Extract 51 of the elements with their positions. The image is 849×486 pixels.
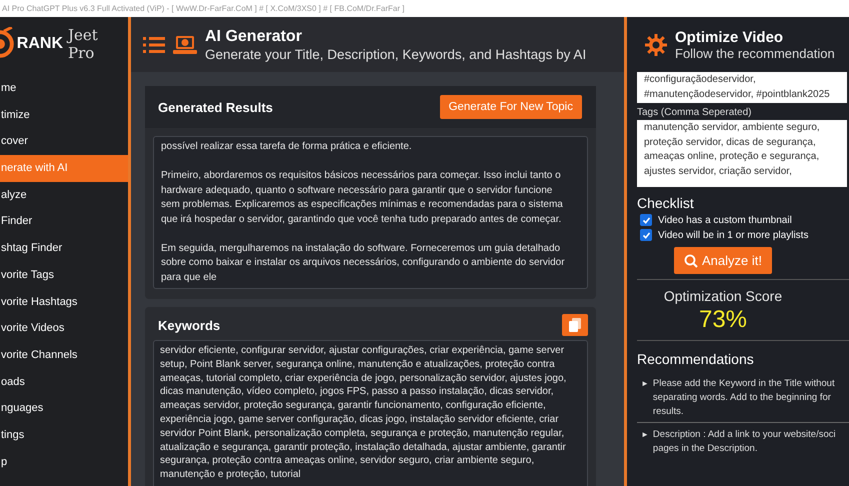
search-icon bbox=[684, 254, 698, 268]
checkbox[interactable] bbox=[640, 214, 652, 226]
checklist-label: Video will be in 1 or more playlists bbox=[658, 230, 808, 240]
sidebar-item[interactable]: me bbox=[0, 75, 128, 102]
sidebar-item[interactable]: vorite Videos bbox=[0, 315, 128, 342]
sidebar-item[interactable]: vorite Channels bbox=[0, 342, 128, 369]
sidebar-item[interactable]: alyze bbox=[0, 182, 128, 208]
hashtags-value: #configuraçãodeservidor, #manutençãodeservidor, #pointblank2025 bbox=[644, 74, 830, 100]
tags-value: manutenção servidor, ambiente seguro, proteção servidor, dicas de segurança, ameaças online, proteção e segurança, ajustes servidor, criação servidor, bbox=[644, 122, 820, 176]
tags-field[interactable]: manutenção servidor, ambiente seguro, proteção servidor, dicas de segurança, ameaças online, proteção e segurança, ajustes servidor, criação servidor, bbox=[637, 120, 847, 187]
recommendations-title: Recommendations bbox=[637, 351, 755, 367]
score-value: 73% bbox=[698, 306, 748, 334]
score-label: Optimization Score bbox=[662, 288, 784, 304]
sidebar-item[interactable]: Finder bbox=[0, 208, 128, 236]
sidebar-item[interactable]: cover bbox=[0, 128, 128, 156]
logo-brand: RANK bbox=[16, 35, 64, 53]
copy-icon bbox=[569, 318, 581, 332]
sidebar-item[interactable]: timize bbox=[0, 102, 128, 128]
sidebar-item[interactable]: nguages bbox=[0, 395, 128, 422]
sidebar-item[interactable]: oads bbox=[0, 368, 128, 396]
sidebar-item[interactable]: tings bbox=[0, 422, 128, 449]
page-subtitle: Generate your Title, Description, Keywords, and Hashtags by AI bbox=[205, 46, 586, 62]
result-paragraph: possível realizar essa tarefa de forma prática e eficiente. bbox=[161, 140, 413, 154]
window-title: AI Pro ChatGPT Plus v6.3 Full Activated (ViP) - [ WwW.Dr-FarFar.CoM ] # [ X.CoM/3XS0 ] # [ FB.CoM/Dr.FarFar ] bbox=[2, 4, 404, 13]
sidebar-item[interactable]: vorite Tags bbox=[0, 262, 128, 288]
result-paragraph: Em seguida, mergulharemos na instalação do software. Forneceremos um guia detalhado sobre como baixar e instalar os arquivos necessários, configurando o ambiente do servidor para que ele bbox=[161, 242, 566, 284]
copy-button[interactable] bbox=[562, 314, 588, 336]
recommendation-text: Description : Add a link to your website/soci pages in the Description. bbox=[652, 428, 836, 456]
page-title: AI Generator bbox=[205, 28, 303, 46]
laptop-icon bbox=[173, 34, 197, 56]
recommendation-text: Please add the Keyword in the Title without separating words. Add to the beginning for results. bbox=[652, 377, 835, 419]
checklist-label: Video has a custom thumbnail bbox=[658, 214, 792, 226]
logo-name: Jeet Pro bbox=[68, 26, 99, 62]
sidebar-item[interactable]: shtag Finder bbox=[0, 235, 128, 262]
bullet-marker: ► bbox=[641, 378, 649, 390]
card-title: Keywords bbox=[158, 318, 220, 332]
checkbox[interactable] bbox=[640, 229, 652, 241]
panel-title: Optimize Video bbox=[675, 28, 784, 46]
sidebar-item[interactable]: vorite Hashtags bbox=[0, 288, 128, 316]
tags-label: Tags (Comma Seperated) bbox=[637, 107, 752, 118]
result-paragraph: Primeiro, abordaremos os requisitos básicos necessários para começar. Isso inclui tanto o hardware adequado, quanto o software necessário para garantir que o servidor funcione sem problemas. Explicaremos as especificações mínimas e recomendadas para o sistema que irá hospedar o servidor, garantindo que você tenha tudo preparado antes de começar. bbox=[161, 169, 564, 226]
target-logo-icon bbox=[0, 27, 14, 61]
keywords-text: servidor eficiente, configurar servidor, ajustar configurações, criar experiência, game server setup, Point Blank server, segurança online, manutenção e atualizações, proteção contra ameaças, tutorial completo, criar experiência de jogo, personalização servidor, ajustes jogo, dicas manutenção, vídeo completo, jogos FPS, passo a passo instalação, dicas servidor, ameaças servidor, proteção segurança, garantir funcionamento, configuração eficiente, experiência jogo, game server configuração, dicas jogo, instalação servidor eficiente, criar servidor Point Blank, personalização completa, segurança e proteção, manutenção regular, atualização e segurança, garantir proteção, instalação detalhada, ajustar ambiente, garantir segurança, proteção contra ameaças online, servidor seguro, criar ambiente seguro, manutenção e proteção, tutorial bbox=[160, 345, 566, 480]
checklist-title: Checklist bbox=[637, 195, 695, 211]
sidebar-item[interactable]: p bbox=[0, 448, 128, 476]
card-title: Generated Results bbox=[158, 100, 273, 114]
bullet-marker: ► bbox=[641, 429, 649, 441]
panel-subtitle: Follow the recommendation bbox=[675, 46, 835, 60]
menu-icon[interactable] bbox=[143, 36, 165, 52]
results-text-area[interactable] bbox=[153, 136, 588, 289]
hashtags-field[interactable]: #configuraçãodeservidor, #manutençãodeservidor, #pointblank2025 bbox=[637, 72, 847, 103]
